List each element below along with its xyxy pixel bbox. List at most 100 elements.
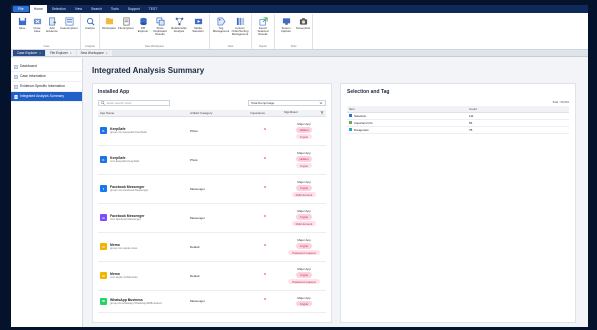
ribbon-button-label: Media Selection xyxy=(192,26,204,34)
sidebar-item-case-information[interactable]: Case Information xyxy=(11,72,82,82)
item-label: Important Info xyxy=(354,120,373,125)
tag-badge[interactable]: Crypto xyxy=(295,134,313,140)
table-row[interactable]: f Facebook Messenger group.com.facebook.Me… xyxy=(98,174,326,204)
table-row[interactable]: m Facebook Messenger com.facebook.Messenge… xyxy=(98,203,326,233)
ribbon-button-label: Add Evidence xyxy=(46,26,58,34)
analyze-icon xyxy=(86,16,95,26)
ribbon-tab-search[interactable]: Search xyxy=(87,5,106,13)
ribbon-tab-test[interactable]: TEST xyxy=(145,5,162,13)
tag-badge[interactable]: Hidden xyxy=(295,127,313,133)
screenshot-button[interactable]: Screenshot xyxy=(296,14,310,45)
app-name-cell: m Facebook Messenger com.facebook.Messenge… xyxy=(98,203,188,233)
sidebar-item-integrated-analysis-summary[interactable]: Integrated Analysis Summary xyxy=(11,92,82,102)
app-package: com.apple.mobilenotes xyxy=(110,276,138,279)
sidebar-item-label: Integrated Analysis Summary xyxy=(20,94,65,98)
table-row[interactable]: Selection 111 xyxy=(347,112,569,120)
close-icon[interactable]: × xyxy=(39,51,41,55)
ribbon-tab-support[interactable]: Support xyxy=(124,5,144,13)
app-window: File Home Selection View Search Tools Su… xyxy=(11,5,588,327)
ribbon-group-name: New Workspace xyxy=(145,45,164,48)
tag-management-button[interactable]: Tag Management xyxy=(212,14,230,45)
ribbon-button-label: DB Explorer xyxy=(137,26,149,34)
installed-app-title: Installed App xyxy=(98,89,130,95)
installed-app-table: App Name Artifact Category Importance Si… xyxy=(98,110,326,313)
ribbon-group-case: Save Close Case Add Evidence Case Explorer C… xyxy=(13,14,81,49)
document-icon xyxy=(14,64,18,69)
close-case-button[interactable]: Close Case xyxy=(30,14,44,45)
tag-badge[interactable]: Password required xyxy=(288,250,320,256)
tag-badge[interactable]: Crypto xyxy=(295,185,313,191)
analyze-button[interactable]: Analyze xyxy=(83,14,97,45)
artifact-category-cell: Photo xyxy=(188,116,248,146)
ribbon-button-label: Save xyxy=(18,26,26,30)
save-button[interactable]: Save xyxy=(15,14,29,45)
export-selected-results-button[interactable]: Export Selected Results xyxy=(254,14,272,45)
add-evidence-icon xyxy=(48,16,57,26)
tag-badge[interactable]: Crypto xyxy=(295,272,313,278)
tag-badge[interactable]: Crypto xyxy=(295,163,313,169)
ribbon-tab-selection[interactable]: Selection xyxy=(48,5,70,13)
doc-tab-file-explorer[interactable]: File Explorer × xyxy=(45,50,76,56)
color-swatch xyxy=(349,114,352,118)
tag-management-icon xyxy=(217,16,226,26)
doc-tab-label: Case Explorer xyxy=(17,51,38,55)
filter-icon[interactable] xyxy=(320,111,324,115)
count-cell: 78 xyxy=(467,126,569,134)
export-icon xyxy=(259,16,268,26)
significant-cell: Major App Crypto Multi Account xyxy=(282,174,326,204)
dumpimage-select[interactable]: Total Dumpimage xyxy=(248,100,326,106)
table-row[interactable]: W WhatsApp Business group.net.whatsapp.Wha… xyxy=(98,290,326,313)
ribbon-group-analysis: Analyze Analysis xyxy=(81,14,100,49)
duplicated-results-icon xyxy=(156,16,165,26)
doc-tab-case-explorer[interactable]: Case Explorer × xyxy=(13,50,45,56)
table-row[interactable]: Important Info 56 xyxy=(347,119,569,127)
sidebar: Dashboard Case Information Evidence-Specif… xyxy=(11,58,83,327)
table-row[interactable]: N Memo group.com.apple.notes Default ⌃ Major … xyxy=(98,232,326,262)
column-order-sorting-management-button[interactable]: Column Order/Sorting Management xyxy=(231,14,249,45)
table-row[interactable]: Dangerous 78 xyxy=(347,126,569,134)
tag-badge[interactable]: Crypto xyxy=(295,214,313,220)
importance-cell: ⌃ xyxy=(248,261,282,291)
tag-badge[interactable]: Multi Account xyxy=(291,221,317,227)
importance-cell: ⌃ xyxy=(248,116,282,146)
workspace-button[interactable]: Workspace xyxy=(102,14,116,45)
tag-badge[interactable]: Crypto xyxy=(295,301,313,307)
sidebar-item-label: Dashboard xyxy=(20,64,37,68)
selection-tag-panel: Selection and Tag Total : 65,832 Item Co… xyxy=(340,83,576,323)
add-evidence-button[interactable]: Add Evidence xyxy=(45,14,59,45)
tag-title: Major App xyxy=(297,208,311,213)
media-selection-button[interactable]: Media Selection xyxy=(189,14,207,45)
case-explorer-button[interactable]: Case Explorer xyxy=(60,14,78,45)
file-explorer-button[interactable]: File Explorer xyxy=(117,14,135,45)
db-explorer-button[interactable]: DB Explorer xyxy=(136,14,150,45)
relationship-analysis-button[interactable]: Relationship Analysis xyxy=(170,14,188,45)
page-title: Integrated Analysis Summary xyxy=(92,66,205,75)
screen-capture-button[interactable]: Screen Capture xyxy=(277,14,295,45)
sidebar-item-evidence-specific-information[interactable]: Evidence-Specific Information xyxy=(11,82,82,92)
tag-title: Major App xyxy=(297,179,311,184)
tag-badge[interactable]: Crypto xyxy=(295,243,313,249)
tag-badge[interactable]: Multi Account xyxy=(291,192,317,198)
ribbon-button-label: Screen Capture xyxy=(281,26,291,34)
tag-badge[interactable]: Password required xyxy=(288,279,320,285)
ribbon-group-name: Case xyxy=(43,45,50,48)
installed-app-panel: Installed App Enter search word Total Du… xyxy=(92,83,332,323)
chevron-down-icon xyxy=(319,102,323,104)
doc-tab-new-workspace[interactable]: New Workspace × xyxy=(76,50,112,56)
tag-badge[interactable]: Hidden xyxy=(295,156,313,162)
artifact-category-cell: Messenger xyxy=(188,290,248,313)
table-row[interactable]: N Memo com.apple.mobilenotes Default ⌃ Major … xyxy=(98,261,326,291)
search-input[interactable]: Enter search word xyxy=(98,100,170,106)
table-row[interactable]: K KeepSafe group.com.keepsafe.KeepSafe Phot… xyxy=(98,116,326,146)
close-icon[interactable]: × xyxy=(106,51,108,55)
file-menu-button[interactable]: File xyxy=(13,6,29,12)
show-duplicated-results-button[interactable]: Show Duplicated Results xyxy=(151,14,169,45)
table-row[interactable]: K KeepSafe com.keepsafe.KeepSafe Photo ⌃ Majo… xyxy=(98,145,326,175)
close-icon[interactable]: × xyxy=(70,51,72,55)
sidebar-item-dashboard[interactable]: Dashboard xyxy=(11,62,82,72)
ribbon-tab-home[interactable]: Home xyxy=(29,5,47,13)
artifact-category-cell: Default xyxy=(188,232,248,262)
app-name-cell: f Facebook Messenger group.com.facebook.Me… xyxy=(98,174,188,204)
ribbon-tab-view[interactable]: View xyxy=(71,5,86,13)
ribbon-tab-tools[interactable]: Tools xyxy=(107,5,123,13)
